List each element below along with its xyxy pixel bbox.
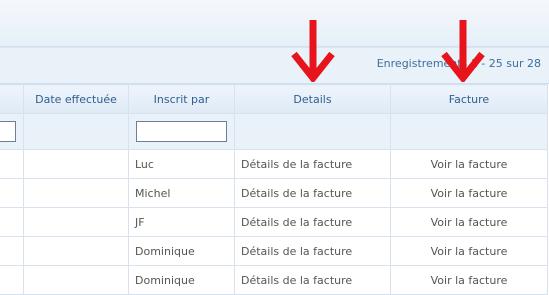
invoice-link[interactable]: Voir la facture [390,265,548,295]
cell-date [23,236,129,266]
details-link[interactable]: Détails de la facture [234,265,391,295]
table-row: JF Détails de la facture Voir la facture [0,207,548,237]
invoice-link[interactable]: Voir la facture [390,207,548,237]
cell-previous [0,178,24,208]
invoice-link[interactable]: Voir la facture [390,178,548,208]
cell-inscrit: Luc [128,149,235,179]
column-header-facture[interactable]: Facture [390,84,548,114]
column-header-inscrit[interactable]: Inscrit par [128,84,235,114]
column-header-date[interactable]: Date effectuée [23,84,129,114]
cell-previous [0,236,24,266]
column-header-previous[interactable] [0,84,24,114]
cell-previous [0,265,24,295]
cell-date [23,149,129,179]
cell-previous [0,207,24,237]
filter-cell-details [234,113,391,150]
filter-cell-previous [0,113,24,150]
cell-inscrit: Dominique [128,265,235,295]
cell-inscrit: Dominique [128,236,235,266]
cell-date [23,178,129,208]
table-row: Dominique Détails de la facture Voir la fa… [0,236,548,266]
red-arrow-down-icon [291,20,335,82]
column-header-details[interactable]: Details [234,84,391,114]
details-link[interactable]: Détails de la facture [234,149,391,179]
cell-inscrit: Michel [128,178,235,208]
data-grid: Date effectuée Inscrit par Details Factu… [0,84,548,295]
invoice-link[interactable]: Voir la facture [390,236,548,266]
cell-date [23,207,129,237]
table-row: Michel Détails de la facture Voir la factu… [0,178,548,208]
red-arrow-down-icon [441,20,485,82]
cell-date [23,265,129,295]
table-row: Luc Détails de la facture Voir la facture [0,149,548,179]
details-link[interactable]: Détails de la facture [234,178,391,208]
filter-cell-facture [390,113,548,150]
filter-cell-date [23,113,129,150]
cell-previous [0,149,24,179]
filter-input-inscrit[interactable] [136,121,227,142]
details-link[interactable]: Détails de la facture [234,236,391,266]
filter-input-previous[interactable] [0,121,16,142]
table-row: Dominique Détails de la facture Voir la fa… [0,265,548,295]
invoice-link[interactable]: Voir la facture [390,149,548,179]
filter-cell-inscrit [128,113,235,150]
details-link[interactable]: Détails de la facture [234,207,391,237]
cell-inscrit: JF [128,207,235,237]
